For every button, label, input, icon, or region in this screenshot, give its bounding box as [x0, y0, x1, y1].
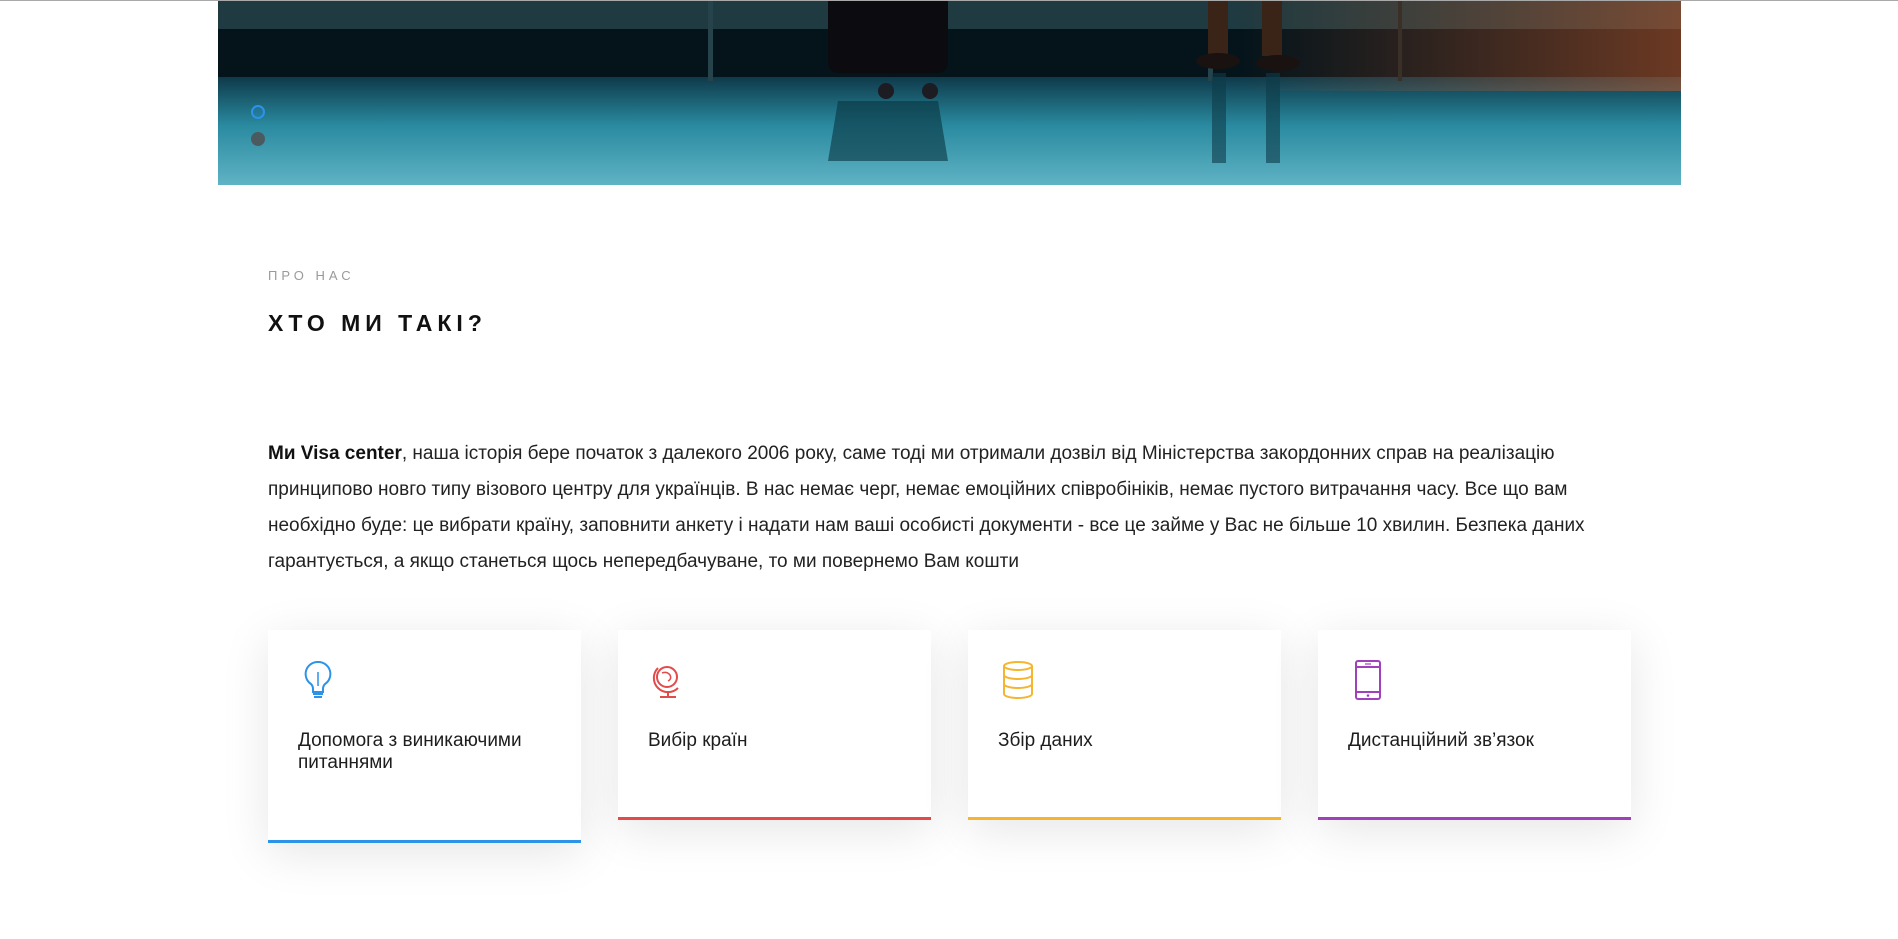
section-title: ХТО МИ ТАКІ?: [268, 310, 487, 336]
globe-icon: [652, 666, 679, 698]
feature-card-accent-bar: [968, 817, 1281, 820]
slider-dot-2[interactable]: [251, 132, 265, 146]
database-icon: [1003, 661, 1033, 699]
feature-card-support[interactable]: Допомога з виникаючими питаннями: [268, 630, 581, 843]
feature-card-label: Допомога з виникаючими питаннями: [298, 730, 522, 773]
about-paragraph: Ми Visa center, наша історія бере почато…: [268, 436, 1638, 580]
feature-card-accent-bar: [268, 840, 581, 843]
feature-card-label: Вибір країн: [648, 730, 748, 751]
lightbulb-icon: [304, 660, 332, 698]
feature-card-accent-bar: [618, 817, 931, 820]
hero-photo: [218, 1, 1681, 185]
feature-card-label: Збір даних: [998, 730, 1093, 751]
feature-card-accent-bar: [1318, 817, 1631, 820]
about-paragraph-strong: Ми Visa center: [268, 443, 402, 464]
feature-card-data-collection[interactable]: Збір даних: [968, 630, 1281, 820]
tablet-icon: [1355, 660, 1381, 700]
about-paragraph-body: , наша історія бере початок з далекого 2…: [268, 443, 1585, 572]
slider-dot-1[interactable]: [251, 105, 265, 119]
feature-card-remote-contact[interactable]: Дистанційний зв’язок: [1318, 630, 1631, 820]
section-kicker: ПРО НАС: [268, 268, 355, 283]
feature-card-label: Дистанційний зв’язок: [1348, 730, 1534, 751]
feature-card-countries[interactable]: Вибір країн: [618, 630, 931, 820]
hero-slider-image: [218, 1, 1681, 185]
